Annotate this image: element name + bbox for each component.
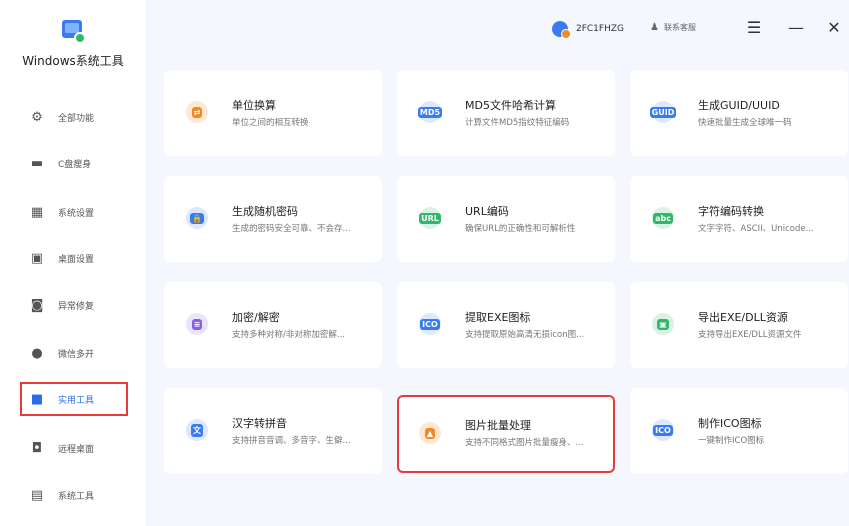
image-icon: ▲ <box>419 422 441 444</box>
repair-icon: ◙ <box>30 297 44 313</box>
drive-icon: ▬ <box>30 155 44 171</box>
sidebar-item-label: 远程桌面 <box>58 444 95 455</box>
tool-description: 支持导出EXE/DLL资源文件 <box>698 330 802 340</box>
tool-description: 计算文件MD5指纹特征编码 <box>465 118 570 128</box>
tool-description: 支持提取原始高清无损icon图... <box>465 330 585 340</box>
top-bar: 2FC1FHZG ♟ 联系客服 ☰ — ✕ <box>146 0 849 60</box>
tool-card-url-encode[interactable]: URL URL编码 确保URL的正确性和可解析性 <box>397 176 615 262</box>
ico-extract-icon: ICO <box>419 313 441 335</box>
contact-support-button[interactable]: ♟ 联系客服 <box>650 22 696 33</box>
tool-card-charset-convert[interactable]: abc 字符编码转换 文字字符、ASCII、Unicode... <box>630 176 848 262</box>
tool-description: 支持拼音音调、多音字、生僻... <box>232 436 351 446</box>
remote-icon: ◘ <box>31 440 43 456</box>
tool-card-generate-guid[interactable]: GUID 生成GUID/UUID 快速批量生成全球唯一码 <box>630 70 848 156</box>
sidebar-item-label: C盘瘦身 <box>58 159 92 170</box>
tool-description: 生成的密码安全可靠、不会存... <box>232 224 351 234</box>
sidebar-item-system-tools[interactable]: ▤ 系统工具 <box>22 479 126 511</box>
grid-icon: ▦ <box>30 204 44 220</box>
tool-title: 提取EXE图标 <box>465 311 531 324</box>
tool-card-batch-image[interactable]: ▲ 图片批量处理 支持不同格式图片批量瘦身、... <box>397 395 615 473</box>
sidebar: Windows系统工具 ⚙ 全部功能 ▬ C盘瘦身 ▦ 系统设置 ▣ 桌面设置 … <box>0 0 146 526</box>
sidebar-item-error-repair[interactable]: ◙ 异常修复 <box>22 289 126 321</box>
export-file-icon: ▣ <box>652 313 674 335</box>
sidebar-item-label: 全部功能 <box>58 113 95 124</box>
toolbox-icon: ■ <box>30 391 44 407</box>
tool-title: 制作ICO图标 <box>698 417 762 430</box>
close-button[interactable]: ✕ <box>822 16 846 40</box>
pinyin-icon: 文 <box>186 419 208 441</box>
tool-description: 确保URL的正确性和可解析性 <box>465 224 576 234</box>
support-label: 联系客服 <box>663 23 696 32</box>
guid-icon: GUID <box>649 101 677 123</box>
abc-icon: abc <box>652 207 674 229</box>
gear-icon: ⚙ <box>31 109 43 125</box>
sidebar-item-wechat-multi[interactable]: ● 微信多开 <box>22 337 126 369</box>
tool-description: 一键制作ICO图标 <box>698 436 765 446</box>
tool-card-extract-exe-icon[interactable]: ICO 提取EXE图标 支持提取原始高清无损icon图... <box>397 282 615 368</box>
tool-description: 支持多种对称/非对称加密解... <box>232 330 345 340</box>
lock-icon: 🔒 <box>186 207 208 229</box>
tool-card-hanzi-to-pinyin[interactable]: 文 汉字转拼音 支持拼音音调、多音字、生僻... <box>164 388 382 474</box>
briefcase-icon: ▤ <box>30 487 44 503</box>
tools-grid: ⇄ 单位换算 单位之间的相互转换 MD5 MD5文件哈希计算 计算文件MD5指纹… <box>146 60 849 526</box>
tool-title: 生成随机密码 <box>232 205 298 218</box>
tool-title: 单位换算 <box>232 99 276 112</box>
app-logo-icon <box>62 20 86 44</box>
url-icon: URL <box>419 207 441 229</box>
headset-icon: ♟ <box>650 22 659 33</box>
tool-title: 加密/解密 <box>232 311 280 324</box>
sidebar-item-label: 系统工具 <box>58 491 95 502</box>
sidebar-item-label: 异常修复 <box>58 301 95 312</box>
sidebar-item-label: 桌面设置 <box>58 254 95 265</box>
sidebar-item-label: 微信多开 <box>58 349 95 360</box>
tool-card-random-password[interactable]: 🔒 生成随机密码 生成的密码安全可靠、不会存... <box>164 176 382 262</box>
tool-title: MD5文件哈希计算 <box>465 99 556 112</box>
tool-description: 单位之间的相互转换 <box>232 118 309 128</box>
menu-button[interactable]: ☰ <box>742 16 766 40</box>
monitor-icon: ▣ <box>30 250 44 266</box>
tool-description: 文字字符、ASCII、Unicode... <box>698 224 814 234</box>
unit-conversion-icon: ⇄ <box>186 101 208 123</box>
sidebar-item-desktop-settings[interactable]: ▣ 桌面设置 <box>22 242 126 274</box>
chat-icon: ● <box>31 345 43 361</box>
tool-card-encrypt-decrypt[interactable]: ≡ 加密/解密 支持多种对称/非对称加密解... <box>164 282 382 368</box>
tool-title: 字符编码转换 <box>698 205 764 218</box>
user-account[interactable]: 2FC1FHZG <box>552 21 624 39</box>
sidebar-item-system-settings[interactable]: ▦ 系统设置 <box>22 196 126 228</box>
tool-title: URL编码 <box>465 205 509 218</box>
sidebar-item-label: 实用工具 <box>58 395 95 406</box>
tool-card-export-exe-dll[interactable]: ▣ 导出EXE/DLL资源 支持导出EXE/DLL资源文件 <box>630 282 848 368</box>
user-avatar-icon <box>552 21 571 39</box>
tool-title: 图片批量处理 <box>465 419 531 432</box>
ico-icon: ICO <box>652 419 674 441</box>
tool-title: 生成GUID/UUID <box>698 99 780 112</box>
minimize-button[interactable]: — <box>784 16 808 40</box>
tool-description: 支持不同格式图片批量瘦身、... <box>465 438 584 448</box>
tool-description: 快速批量生成全球唯一码 <box>698 118 792 128</box>
tool-title: 汉字转拼音 <box>232 417 287 430</box>
sidebar-item-c-drive-cleanup[interactable]: ▬ C盘瘦身 <box>22 147 126 179</box>
sidebar-item-all-functions[interactable]: ⚙ 全部功能 <box>22 101 126 133</box>
user-name: 2FC1FHZG <box>576 24 624 34</box>
tool-card-make-ico[interactable]: ICO 制作ICO图标 一键制作ICO图标 <box>630 388 848 474</box>
sidebar-item-utilities[interactable]: ■ 实用工具 <box>20 382 128 416</box>
app-title: Windows系统工具 <box>22 54 124 68</box>
sidebar-item-remote-desktop[interactable]: ◘ 远程桌面 <box>22 432 126 464</box>
tool-title: 导出EXE/DLL资源 <box>698 311 788 324</box>
md5-file-icon: MD5 <box>417 101 443 123</box>
tool-card-md5-hash[interactable]: MD5 MD5文件哈希计算 计算文件MD5指纹特征编码 <box>397 70 615 156</box>
sidebar-item-label: 系统设置 <box>58 208 95 219</box>
database-lock-icon: ≡ <box>186 313 208 335</box>
tool-card-unit-conversion[interactable]: ⇄ 单位换算 单位之间的相互转换 <box>164 70 382 156</box>
